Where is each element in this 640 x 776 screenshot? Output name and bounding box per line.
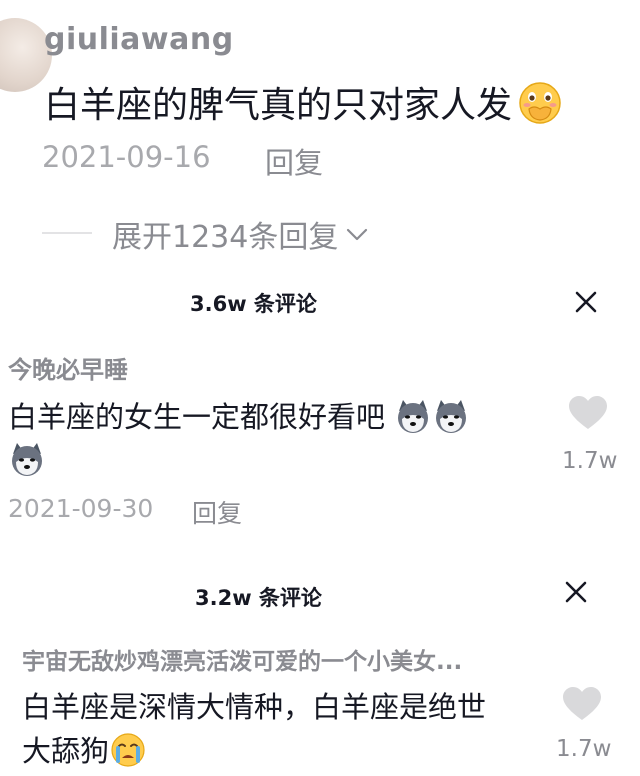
- comment-date: 2021-09-30: [8, 494, 154, 523]
- like-count: 1.7w: [556, 736, 612, 762]
- comment-username[interactable]: 今晚必早睡: [8, 350, 128, 385]
- comment-text-line1: 白羊座是深情大情种，白羊座是绝世: [22, 690, 487, 724]
- comment-username[interactable]: 宇宙无敌炒鸡漂亮活泼可爱的一个小美女...: [22, 642, 462, 676]
- like-heart-icon[interactable]: [568, 395, 608, 435]
- expand-replies-button[interactable]: 展开1234条回复: [112, 212, 370, 256]
- comment-count-header: 3.2w 条评论: [195, 586, 322, 610]
- like-count: 1.7w: [562, 448, 618, 474]
- husky-emoji-icon: [394, 397, 432, 442]
- divider: [42, 232, 92, 234]
- reply-button[interactable]: 回复: [265, 140, 323, 182]
- comment-text-content: 白羊座的女生一定都很好看吧: [8, 400, 386, 434]
- comment-date: 2021-09-16: [42, 140, 211, 174]
- expand-replies-label: 展开1234条回复: [112, 220, 339, 255]
- comment-text: 白羊座的脾气真的只对家人发: [44, 76, 564, 136]
- chevron-down-icon: [344, 217, 370, 252]
- like-heart-icon[interactable]: [562, 686, 602, 726]
- husky-emoji-icon: [432, 397, 470, 442]
- comment-text-line2: 大舔狗: [22, 728, 147, 776]
- husky-emoji-icon: [8, 440, 46, 482]
- comment-text-content: 白羊座的脾气真的只对家人发: [44, 85, 513, 126]
- close-icon[interactable]: [562, 578, 590, 606]
- close-icon[interactable]: [572, 288, 600, 316]
- crying-emoji-icon: [109, 731, 147, 776]
- hand-over-mouth-emoji-icon: [516, 79, 564, 136]
- comment-text: 白羊座的女生一定都很好看吧: [8, 394, 470, 442]
- comment-count-header: 3.6w 条评论: [190, 292, 317, 316]
- reply-button[interactable]: 回复: [192, 494, 242, 530]
- comment-username[interactable]: giuliawang: [44, 22, 234, 57]
- comment-text-content: 大舔狗: [22, 734, 110, 768]
